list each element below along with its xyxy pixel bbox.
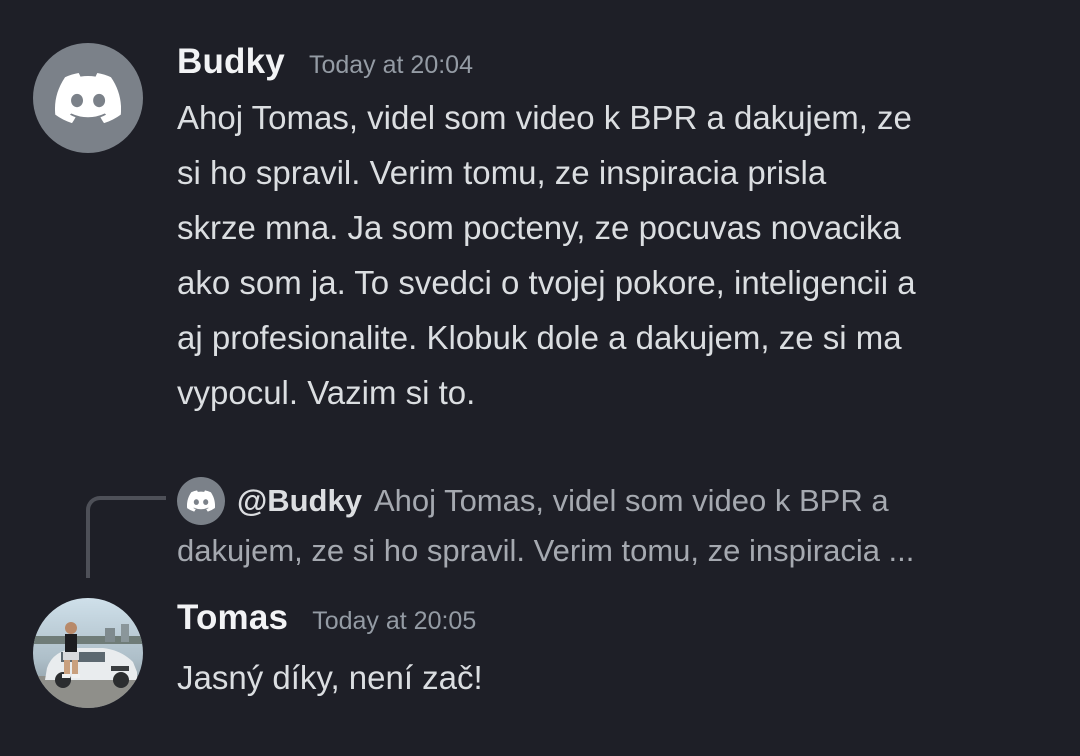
user-photo-avatar: [33, 598, 143, 708]
reply-connector-line: [86, 496, 166, 578]
reply-text: Ahoj Tomas, videl som video k BPR a: [373, 483, 889, 518]
reply-text-continued: dakujem, ze si ho spravil. Verim tomu, z…: [177, 533, 915, 568]
message-line: vypocul. Vazim si to.: [177, 374, 476, 411]
message-line: Ahoj Tomas, videl som video k BPR a daku…: [177, 99, 912, 136]
message-line: ako som ja. To svedci o tvojej pokore, i…: [177, 264, 916, 301]
discord-logo-icon: [55, 73, 121, 123]
reply-preview-line: @Budky Ahoj Tomas, videl som video k BPR…: [177, 476, 1057, 526]
message-content: Ahoj Tomas, videl som video k BPR a daku…: [177, 90, 1057, 420]
timestamp[interactable]: Today at 20:05: [312, 607, 476, 636]
timestamp[interactable]: Today at 20:04: [309, 51, 473, 80]
avatar-tomas[interactable]: [33, 598, 143, 708]
reply-avatar: [177, 477, 225, 525]
reply-mention[interactable]: @Budky: [237, 476, 362, 526]
message-header: Tomas Today at 20:05: [177, 598, 476, 638]
message-line: aj profesionalite. Klobuk dole a dakujem…: [177, 319, 902, 356]
avatar-budky[interactable]: [33, 43, 143, 153]
message-line: Jasný díky, není zač!: [177, 659, 483, 696]
message-line: skrze mna. Ja som pocteny, ze pocuvas no…: [177, 209, 901, 246]
username[interactable]: Budky: [177, 42, 285, 82]
reply-preview[interactable]: @Budky Ahoj Tomas, videl som video k BPR…: [177, 476, 1057, 576]
username[interactable]: Tomas: [177, 598, 288, 638]
message-content: Jasný díky, není zač!: [177, 650, 1057, 705]
message-header: Budky Today at 20:04: [177, 42, 473, 82]
discord-logo-icon: [187, 490, 215, 512]
message-line: si ho spravil. Verim tomu, ze inspiracia…: [177, 154, 827, 191]
